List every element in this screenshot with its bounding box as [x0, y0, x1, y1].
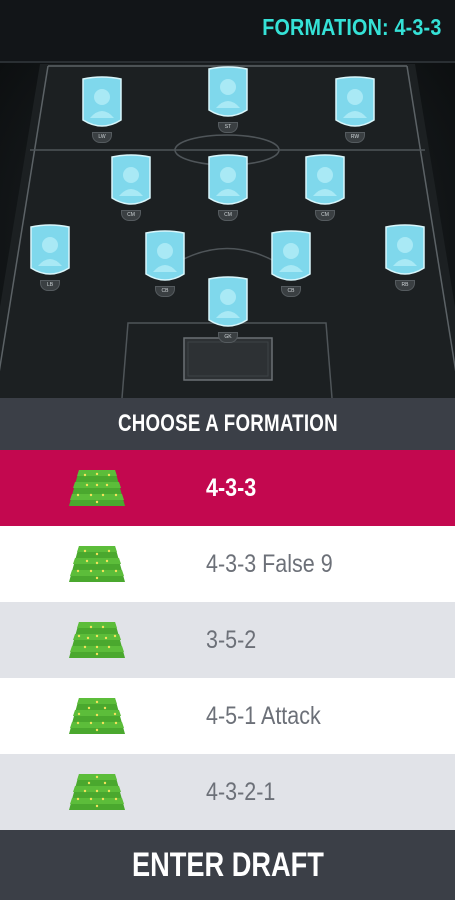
- player-card-rb[interactable]: RB: [382, 224, 428, 291]
- formation-label: 4-3-3 False 9: [206, 549, 333, 578]
- player-placeholder-icon: [305, 154, 345, 205]
- pitch-preview: FORMATION: 4-3-3 LW ST RW CM CM CM LB CB…: [0, 0, 455, 398]
- player-placeholder-icon: [82, 76, 122, 127]
- mini-pitch-icon: [69, 698, 125, 734]
- formation-option-4-3-3[interactable]: 4-3-3: [0, 450, 455, 526]
- player-placeholder-icon: [385, 224, 425, 275]
- enter-draft-button[interactable]: ENTER DRAFT: [0, 830, 455, 900]
- player-card-cm-left[interactable]: CM: [108, 154, 154, 221]
- player-card-lw[interactable]: LW: [79, 76, 125, 143]
- formation-title: FORMATION: 4-3-3: [261, 14, 441, 40]
- player-card-cb-right[interactable]: CB: [268, 230, 314, 297]
- choose-formation-title: CHOOSE A FORMATION: [117, 410, 338, 437]
- player-placeholder-icon: [271, 230, 311, 281]
- formation-option-4-3-2-1[interactable]: 4-3-2-1: [0, 754, 455, 830]
- formation-option-4-5-1-attack[interactable]: 4-5-1 Attack: [0, 678, 455, 754]
- player-placeholder-icon: [335, 76, 375, 127]
- player-card-st[interactable]: ST: [205, 66, 251, 133]
- formation-option-3-5-2[interactable]: 3-5-2: [0, 602, 455, 678]
- player-placeholder-icon: [208, 154, 248, 205]
- player-card-cm-right[interactable]: CM: [302, 154, 348, 221]
- player-card-rw[interactable]: RW: [332, 76, 378, 143]
- mini-pitch-icon: [69, 546, 125, 582]
- mini-pitch-icon: [69, 622, 125, 658]
- formation-list: 4-3-3 4-3-3 False 9 3-5-2 4-5-1 Attack 4…: [0, 450, 455, 830]
- choose-formation-header: CHOOSE A FORMATION: [0, 398, 455, 450]
- formation-label: 4-3-3: [206, 473, 257, 502]
- player-placeholder-icon: [145, 230, 185, 281]
- player-card-lb[interactable]: LB: [27, 224, 73, 291]
- player-placeholder-icon: [208, 276, 248, 327]
- mini-pitch-icon: [69, 774, 125, 810]
- enter-draft-label: ENTER DRAFT: [131, 845, 324, 884]
- formation-option-4-3-3-false-9[interactable]: 4-3-3 False 9: [0, 526, 455, 602]
- mini-pitch-icon: [69, 470, 125, 506]
- player-card-cb-left[interactable]: CB: [142, 230, 188, 297]
- player-card-gk[interactable]: GK: [205, 276, 251, 343]
- player-placeholder-icon: [30, 224, 70, 275]
- formation-label: 4-3-2-1: [206, 777, 276, 806]
- player-card-cm-center[interactable]: CM: [205, 154, 251, 221]
- player-placeholder-icon: [208, 66, 248, 117]
- formation-label: 4-5-1 Attack: [206, 701, 321, 730]
- formation-label: 3-5-2: [206, 625, 257, 654]
- player-placeholder-icon: [111, 154, 151, 205]
